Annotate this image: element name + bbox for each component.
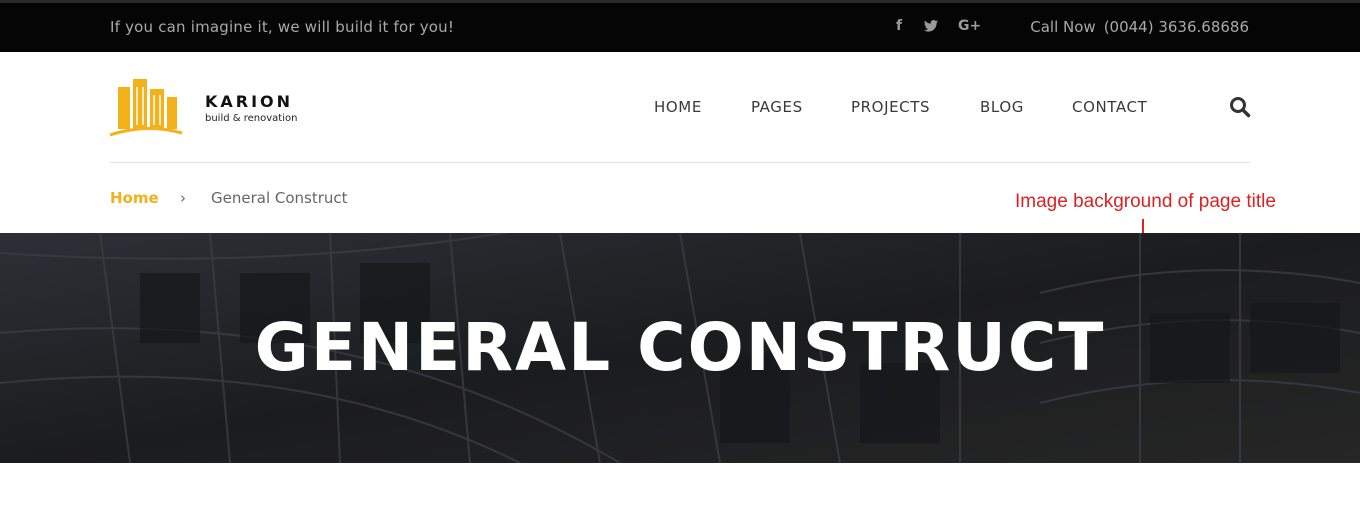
search-icon[interactable] (1229, 96, 1251, 118)
phone-number[interactable]: (0044) 3636.68686 (1104, 18, 1249, 36)
logo-subtitle: build & renovation (205, 113, 298, 124)
logo-name: KARION (205, 92, 294, 111)
tagline: If you can imagine it, we will build it … (110, 18, 455, 36)
breadcrumb-current: General Construct (211, 189, 348, 207)
header-divider (110, 162, 1250, 163)
nav-item-home[interactable]: HOME (654, 98, 702, 116)
google-plus-icon[interactable]: G+ (958, 18, 981, 34)
nav-item-blog[interactable]: BLOG (980, 98, 1024, 116)
breadcrumb-home[interactable]: Home (110, 189, 159, 207)
site-logo[interactable]: KARION build & renovation (110, 75, 310, 139)
call-now: Call Now (0044) 3636.68686 (1030, 18, 1249, 36)
call-now-label: Call Now (1030, 18, 1096, 36)
page-title: GENERAL CONSTRUCT (254, 309, 1106, 386)
facebook-icon[interactable]: f (896, 18, 902, 34)
top-bar: If you can imagine it, we will build it … (0, 0, 1360, 52)
nav-item-pages[interactable]: PAGES (751, 98, 803, 116)
buildings-icon (110, 79, 183, 137)
breadcrumb-separator: › (180, 189, 186, 207)
twitter-icon[interactable] (924, 20, 940, 34)
page-title-banner: GENERAL CONSTRUCT (0, 233, 1360, 463)
nav-item-contact[interactable]: CONTACT (1072, 98, 1147, 116)
nav-item-projects[interactable]: PROJECTS (851, 98, 930, 116)
annotation-label: Image background of page title (1015, 191, 1276, 212)
